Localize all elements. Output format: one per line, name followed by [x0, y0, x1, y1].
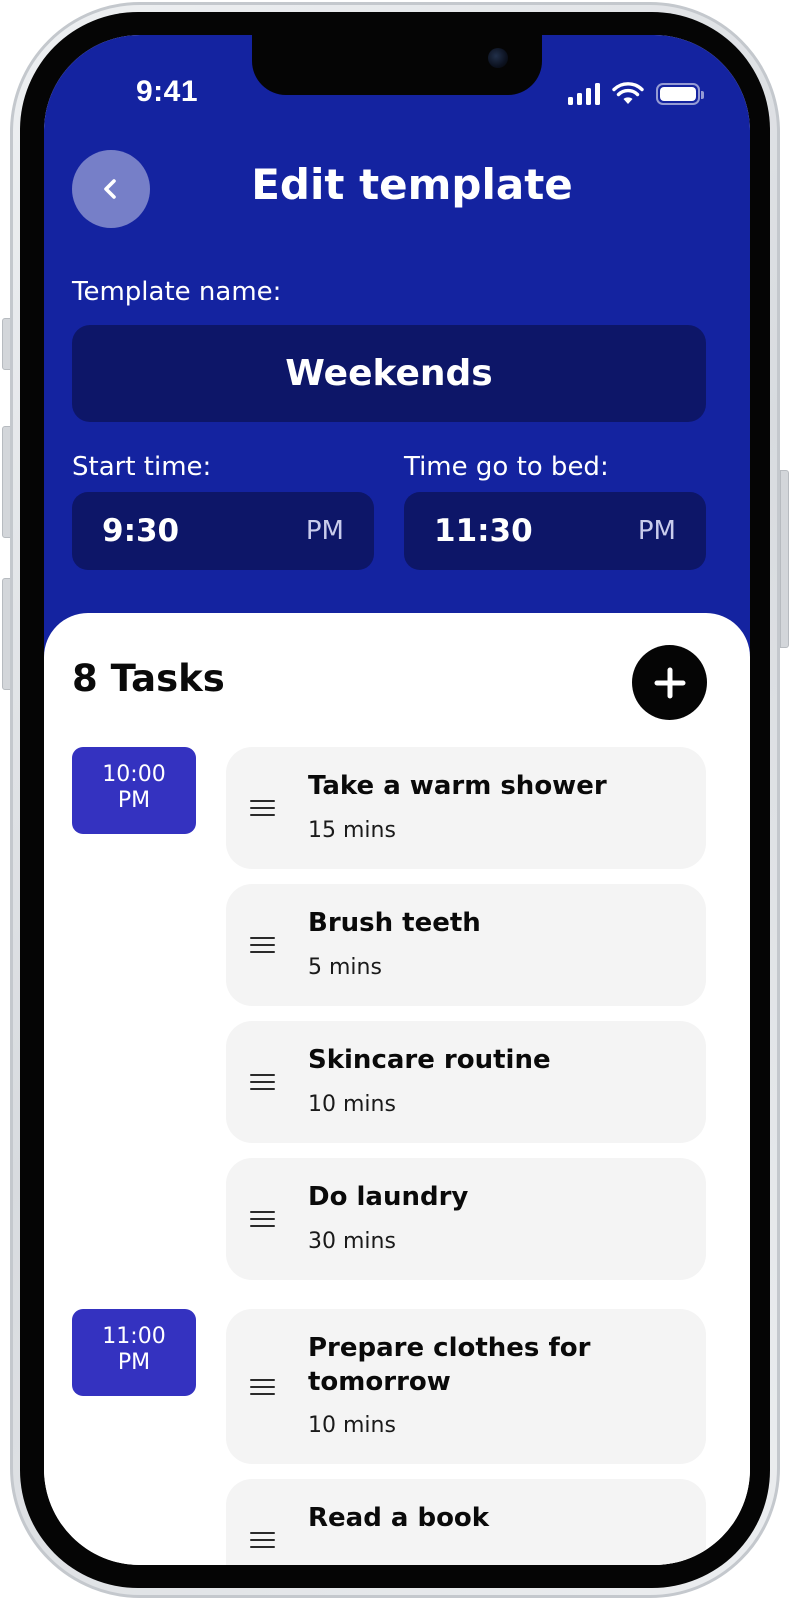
page-title: Edit template [251, 160, 573, 209]
wifi-icon [612, 82, 644, 104]
time-badge-time: 10:00 [102, 762, 166, 787]
task-name: Prepare clothes for tomorrow [308, 1333, 591, 1397]
task-card[interactable]: Brush teeth 5 mins [226, 884, 706, 1006]
drag-handle-icon[interactable] [250, 1074, 275, 1090]
chevron-left-icon [104, 179, 116, 199]
cellular-signal-icon [568, 83, 600, 105]
task-duration: 10 mins [308, 1413, 396, 1438]
template-name-field[interactable]: Weekends [72, 325, 706, 422]
tasks-sheet: 8 Tasks 10:00 PM Take a warm shower 15 m… [44, 613, 750, 1565]
drag-handle-icon[interactable] [250, 800, 275, 816]
task-card[interactable]: Do laundry 30 mins [226, 1158, 706, 1280]
time-badge-ampm: PM [117, 788, 151, 813]
plus-icon [654, 667, 685, 698]
task-name: Take a warm shower [308, 771, 607, 801]
bed-time-ampm: PM [637, 516, 676, 546]
time-badge: 10:00 PM [72, 747, 196, 834]
task-duration: 5 mins [308, 955, 382, 980]
task-name: Read a book [308, 1503, 490, 1533]
notch [252, 35, 542, 95]
battery-icon [656, 83, 704, 105]
start-time-label: Start time: [72, 452, 212, 482]
drag-handle-icon[interactable] [250, 1532, 275, 1548]
phone-screen: 9:41 Edit template Template name: Weeken… [44, 35, 750, 1565]
status-icons [568, 81, 704, 107]
drag-handle-icon[interactable] [250, 937, 275, 953]
task-name: Do laundry [308, 1182, 469, 1212]
task-card[interactable]: Skincare routine 10 mins [226, 1021, 706, 1143]
header: 9:41 Edit template Template name: Weeken… [44, 35, 750, 675]
template-name-label: Template name: [72, 277, 282, 307]
task-duration: 30 mins [308, 1229, 396, 1254]
time-badge-time: 11:00 [102, 1324, 166, 1349]
front-camera [488, 48, 508, 68]
task-name: Skincare routine [308, 1045, 551, 1075]
task-name: Brush teeth [308, 908, 481, 938]
bed-time-label: Time go to bed: [404, 452, 609, 482]
time-badge-ampm: PM [117, 1350, 151, 1375]
task-card[interactable]: Read a book [226, 1479, 706, 1565]
time-badge: 11:00 PM [72, 1309, 196, 1396]
task-card[interactable]: Prepare clothes for tomorrow 10 mins [226, 1309, 706, 1464]
drag-handle-icon[interactable] [250, 1379, 275, 1395]
start-time-value: 9:30 [102, 513, 180, 549]
tasks-count-title: 8 Tasks [72, 657, 225, 700]
bed-time-field[interactable]: 11:30 PM [404, 492, 706, 570]
task-duration: 10 mins [308, 1092, 396, 1117]
drag-handle-icon[interactable] [250, 1211, 275, 1227]
task-duration: 15 mins [308, 818, 396, 843]
back-button[interactable] [72, 150, 150, 228]
add-task-button[interactable] [632, 645, 707, 720]
start-time-field[interactable]: 9:30 PM [72, 492, 374, 570]
status-bar-time: 9:41 [136, 75, 199, 108]
power-button [780, 470, 789, 648]
start-time-ampm: PM [305, 516, 344, 546]
task-card[interactable]: Take a warm shower 15 mins [226, 747, 706, 869]
bed-time-value: 11:30 [434, 513, 533, 549]
